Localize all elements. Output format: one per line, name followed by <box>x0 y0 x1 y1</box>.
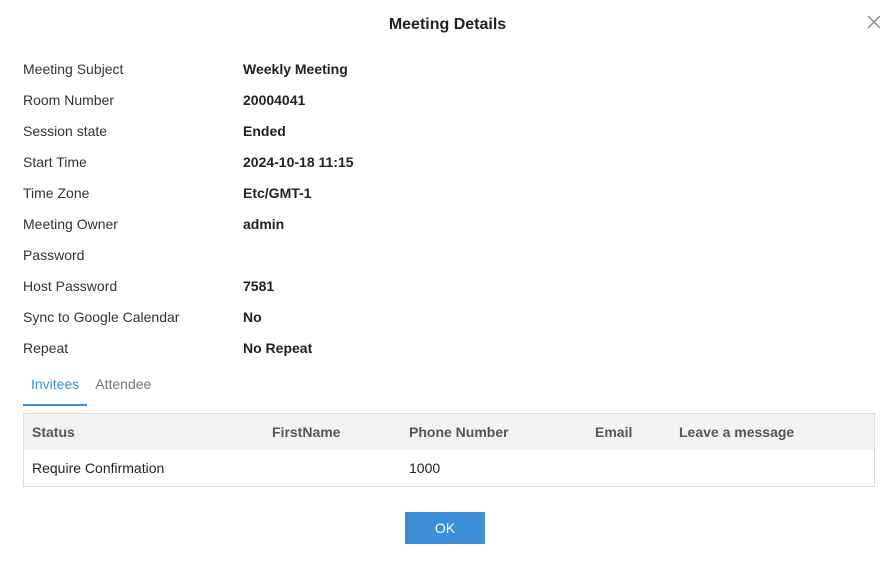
detail-value: 7581 <box>243 277 275 294</box>
detail-row-password: Password <box>23 239 863 270</box>
column-header-email: Email <box>595 424 633 440</box>
column-header-phone-number: Phone Number <box>409 424 509 440</box>
detail-value: 20004041 <box>243 91 306 108</box>
table-header: Status FirstName Phone Number Email Leav… <box>24 414 874 450</box>
detail-label: Time Zone <box>23 184 90 201</box>
detail-value: admin <box>243 215 285 232</box>
detail-row-sync-google-calendar: Sync to Google Calendar No <box>23 301 863 332</box>
detail-value: 2024-10-18 11:15 <box>243 153 354 170</box>
detail-label: Host Password <box>23 277 118 294</box>
detail-label: Repeat <box>23 339 69 356</box>
close-button[interactable] <box>866 14 882 30</box>
detail-label: Meeting Owner <box>23 215 118 232</box>
detail-row-start-time: Start Time 2024-10-18 11:15 <box>23 146 863 177</box>
column-header-leave-message: Leave a message <box>679 424 795 440</box>
cell-phone-number: 1000 <box>409 460 441 476</box>
detail-row-host-password: Host Password 7581 <box>23 270 863 301</box>
ok-button[interactable]: OK <box>405 512 485 544</box>
detail-value: Ended <box>243 122 286 139</box>
detail-label: Sync to Google Calendar <box>23 308 180 325</box>
detail-row-meeting-subject: Meeting Subject Weekly Meeting <box>23 53 863 84</box>
detail-row-room-number: Room Number 20004041 <box>23 84 863 115</box>
detail-label: Meeting Subject <box>23 60 124 77</box>
dialog-title: Meeting Details <box>388 16 507 33</box>
meeting-details-list: Meeting Subject Weekly Meeting Room Numb… <box>23 53 863 363</box>
detail-label: Room Number <box>23 91 115 108</box>
tab-invitees[interactable]: Invitees <box>23 373 88 406</box>
cell-status: Require Confirmation <box>32 460 165 476</box>
detail-row-time-zone: Time Zone Etc/GMT-1 <box>23 177 863 208</box>
detail-row-repeat: Repeat No Repeat <box>23 332 863 363</box>
participant-tabs: Invitees Attendee <box>23 373 159 406</box>
detail-label: Session state <box>23 122 108 139</box>
detail-row-meeting-owner: Meeting Owner admin <box>23 208 863 239</box>
tab-attendee[interactable]: Attendee <box>87 373 159 404</box>
close-icon <box>867 15 881 29</box>
detail-value: Etc/GMT-1 <box>243 184 312 201</box>
column-header-status: Status <box>32 424 75 440</box>
table-row: Require Confirmation 1000 <box>24 450 874 486</box>
invitees-table: Status FirstName Phone Number Email Leav… <box>23 413 875 487</box>
detail-label: Start Time <box>23 153 87 170</box>
meeting-details-dialog: Meeting Details Meeting Subject Weekly M… <box>0 0 895 566</box>
column-header-firstname: FirstName <box>272 424 341 440</box>
detail-value: No Repeat <box>243 339 313 356</box>
detail-value: Weekly Meeting <box>243 60 348 77</box>
detail-label: Password <box>23 246 85 263</box>
detail-value: No <box>243 308 262 325</box>
detail-row-session-state: Session state Ended <box>23 115 863 146</box>
